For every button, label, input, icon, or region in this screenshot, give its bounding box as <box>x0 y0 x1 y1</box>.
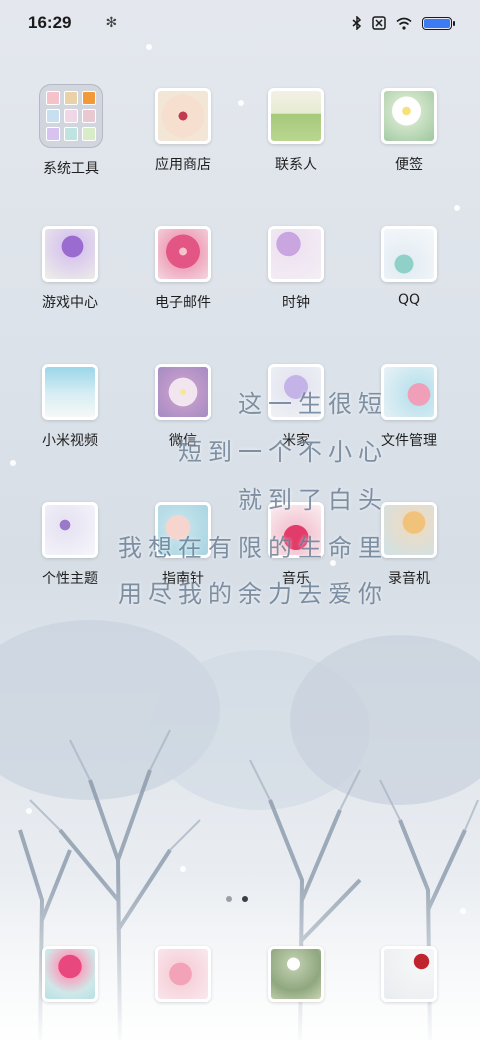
game-center-icon <box>42 226 98 282</box>
app-label: QQ <box>397 292 421 308</box>
email-icon <box>155 226 211 282</box>
app-label: 个性主题 <box>42 571 98 587</box>
dock-app-3[interactable] <box>241 946 351 1002</box>
battery-level <box>424 18 450 28</box>
snowflake <box>454 205 460 211</box>
battery-icon <box>422 16 455 30</box>
file-manager-icon <box>381 364 437 420</box>
status-time: 16:29 <box>28 13 72 32</box>
mi-video-icon <box>42 364 98 420</box>
snowflake <box>26 808 32 814</box>
page-indicator[interactable] <box>226 896 248 902</box>
status-bar: 16:29 ✻ <box>0 0 480 46</box>
app-label: 游戏中心 <box>42 295 98 311</box>
app-label: 小米视频 <box>42 433 98 449</box>
pink-tulip-photo-icon <box>155 946 211 1002</box>
sim-off-icon <box>372 16 386 30</box>
wifi-icon <box>396 17 412 30</box>
app-label: 系统工具 <box>43 161 99 177</box>
dock-app-2[interactable] <box>128 946 238 1002</box>
app-qq[interactable]: QQ <box>354 226 464 308</box>
status-icons <box>352 16 455 30</box>
app-notes[interactable]: 便签 <box>354 88 464 174</box>
snowflake <box>180 866 186 872</box>
themes-icon <box>42 502 98 558</box>
clock-icon <box>268 226 324 282</box>
page-dot-active[interactable] <box>242 896 248 902</box>
app-label: 便签 <box>395 157 423 173</box>
heart-balloon-photo-icon <box>381 946 437 1002</box>
app-clock[interactable]: 时钟 <box>241 226 351 312</box>
contacts-icon <box>268 88 324 144</box>
snowflake <box>10 460 16 466</box>
page-dot[interactable] <box>226 896 232 902</box>
app-contacts[interactable]: 联系人 <box>241 88 351 174</box>
poem-line: 这一生很短 <box>238 390 388 418</box>
poem-line: 我想在有限的生命里 <box>118 534 388 562</box>
app-label: 联系人 <box>275 157 317 173</box>
app-store[interactable]: 应用商店 <box>128 88 238 174</box>
recorder-icon <box>381 502 437 558</box>
poem-line: 就到了白头 <box>238 486 388 514</box>
poem-line: 用尽我的余力去爱你 <box>118 580 388 608</box>
notes-icon <box>381 88 437 144</box>
folder-icon <box>39 84 103 148</box>
dock-app-4[interactable] <box>354 946 464 1002</box>
app-label: 应用商店 <box>155 157 211 173</box>
app-label: 电子邮件 <box>155 295 211 311</box>
qq-icon <box>381 226 437 282</box>
gear-icon: ✻ <box>105 15 118 31</box>
app-email[interactable]: 电子邮件 <box>128 226 238 312</box>
dandelion-photo-icon <box>268 946 324 1002</box>
app-game-center[interactable]: 游戏中心 <box>15 226 125 312</box>
app-themes[interactable]: 个性主题 <box>15 502 125 588</box>
app-store-icon <box>155 88 211 144</box>
folder-system-tools[interactable]: 系统工具 <box>16 84 126 178</box>
app-label: 时钟 <box>282 295 310 311</box>
snowflake <box>460 908 466 914</box>
wechat-icon <box>155 364 211 420</box>
poem-line: 短到一个不小心 <box>178 438 388 466</box>
dock-app-1[interactable] <box>15 946 125 1002</box>
tulip-photo-icon <box>42 946 98 1002</box>
app-mi-video[interactable]: 小米视频 <box>15 364 125 450</box>
bluetooth-icon <box>352 16 362 30</box>
